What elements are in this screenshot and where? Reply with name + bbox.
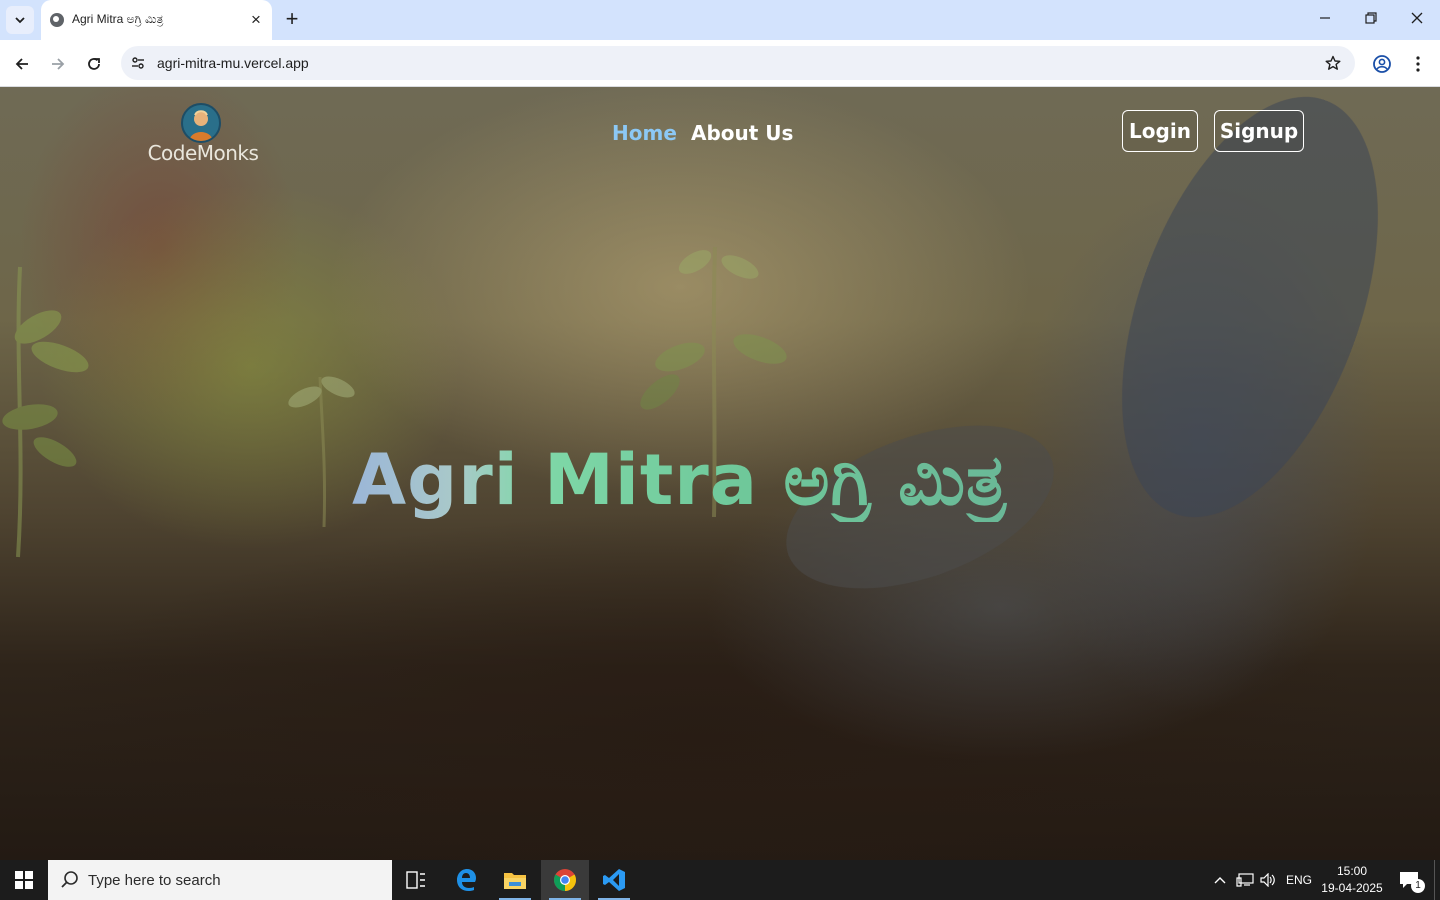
globe-icon bbox=[50, 13, 64, 27]
browser-tab[interactable]: Agri Mitra ಅಗ್ರಿ ಮಿತ್ರ × bbox=[41, 0, 272, 40]
network-button[interactable] bbox=[1235, 860, 1255, 900]
clock[interactable]: 15:00 19-04-2025 bbox=[1316, 863, 1388, 897]
reload-icon bbox=[88, 58, 100, 70]
hero-title: Agri Mitra ಅಗ್ರಿ ಮಿತ್ರ bbox=[352, 439, 1008, 521]
hero-section: CodeMonks Home About Us Login Signup Agr… bbox=[0, 87, 1440, 860]
network-icon bbox=[1236, 873, 1254, 887]
back-button[interactable] bbox=[10, 52, 34, 76]
show-desktop-button[interactable] bbox=[1434, 860, 1440, 900]
clock-time: 15:00 bbox=[1336, 864, 1368, 878]
chevron-up-icon bbox=[1214, 877, 1226, 884]
new-tab-button[interactable]: + bbox=[281, 8, 303, 31]
chrome-app-button[interactable] bbox=[541, 860, 589, 900]
search-placeholder: Type here to search bbox=[88, 872, 221, 889]
profile-button[interactable] bbox=[1370, 52, 1394, 76]
taskbar-search-box[interactable]: Type here to search bbox=[48, 860, 392, 900]
arrow-right-icon bbox=[52, 58, 65, 70]
tab-strip: Agri Mitra ಅಗ್ರಿ ಮಿತ್ರ × + bbox=[0, 0, 1440, 40]
forward-button[interactable] bbox=[46, 52, 70, 76]
file-explorer-button[interactable] bbox=[491, 860, 539, 900]
search-icon bbox=[61, 871, 78, 888]
task-view-icon bbox=[406, 871, 425, 889]
tab-title: Agri Mitra ಅಗ್ರಿ ಮಿತ್ರ bbox=[72, 12, 164, 26]
restore-button[interactable] bbox=[1359, 8, 1383, 32]
close-window-button[interactable] bbox=[1405, 8, 1429, 32]
address-bar[interactable]: agri-mitra-mu.vercel.app bbox=[121, 46, 1355, 80]
site-info-icon[interactable] bbox=[128, 53, 148, 73]
folder-icon bbox=[504, 873, 526, 889]
signup-button[interactable]: Signup bbox=[1214, 110, 1304, 152]
task-view-button[interactable] bbox=[392, 860, 440, 900]
edge-app-button[interactable] bbox=[442, 860, 490, 900]
volume-button[interactable] bbox=[1258, 860, 1278, 900]
monk-avatar-icon bbox=[181, 103, 221, 143]
close-tab-icon[interactable]: × bbox=[246, 10, 266, 30]
notification-badge: 1 bbox=[1411, 879, 1425, 893]
url-text: agri-mitra-mu.vercel.app bbox=[157, 55, 309, 71]
clock-date: 19-04-2025 bbox=[1321, 881, 1383, 895]
bookmark-star-icon[interactable] bbox=[1323, 53, 1343, 73]
restore-icon bbox=[1365, 12, 1377, 24]
nav-home-link[interactable]: Home bbox=[612, 121, 677, 145]
arrow-left-icon bbox=[15, 58, 28, 70]
nav-about-link[interactable]: About Us bbox=[691, 121, 793, 145]
browser-menu-button[interactable] bbox=[1406, 52, 1430, 76]
edge-icon bbox=[457, 869, 476, 891]
start-button[interactable] bbox=[0, 860, 48, 900]
minimize-icon bbox=[1320, 17, 1330, 19]
speaker-icon bbox=[1260, 873, 1275, 887]
login-button[interactable]: Login bbox=[1122, 110, 1198, 152]
browser-toolbar: agri-mitra-mu.vercel.app bbox=[0, 40, 1440, 87]
show-hidden-icons-button[interactable] bbox=[1210, 860, 1230, 900]
vscode-icon bbox=[603, 869, 625, 891]
windows-logo-icon bbox=[15, 871, 33, 889]
notification-center-button[interactable]: 1 bbox=[1394, 860, 1425, 900]
profile-icon bbox=[1373, 55, 1391, 73]
close-icon bbox=[1411, 12, 1423, 24]
reload-button[interactable] bbox=[82, 52, 106, 76]
vscode-app-button[interactable] bbox=[590, 860, 638, 900]
logo-text: CodeMonks bbox=[147, 141, 259, 165]
tab-search-button[interactable] bbox=[6, 6, 34, 34]
chrome-icon bbox=[554, 869, 576, 891]
minimize-button[interactable] bbox=[1313, 8, 1337, 32]
chevron-down-icon bbox=[15, 17, 25, 24]
language-indicator[interactable]: ENG bbox=[1282, 860, 1316, 900]
windows-taskbar: Type here to search ENG 15:00 19-04-2025… bbox=[0, 860, 1440, 900]
codemonks-logo[interactable]: CodeMonks bbox=[143, 103, 263, 165]
kebab-menu-icon bbox=[1416, 56, 1420, 72]
